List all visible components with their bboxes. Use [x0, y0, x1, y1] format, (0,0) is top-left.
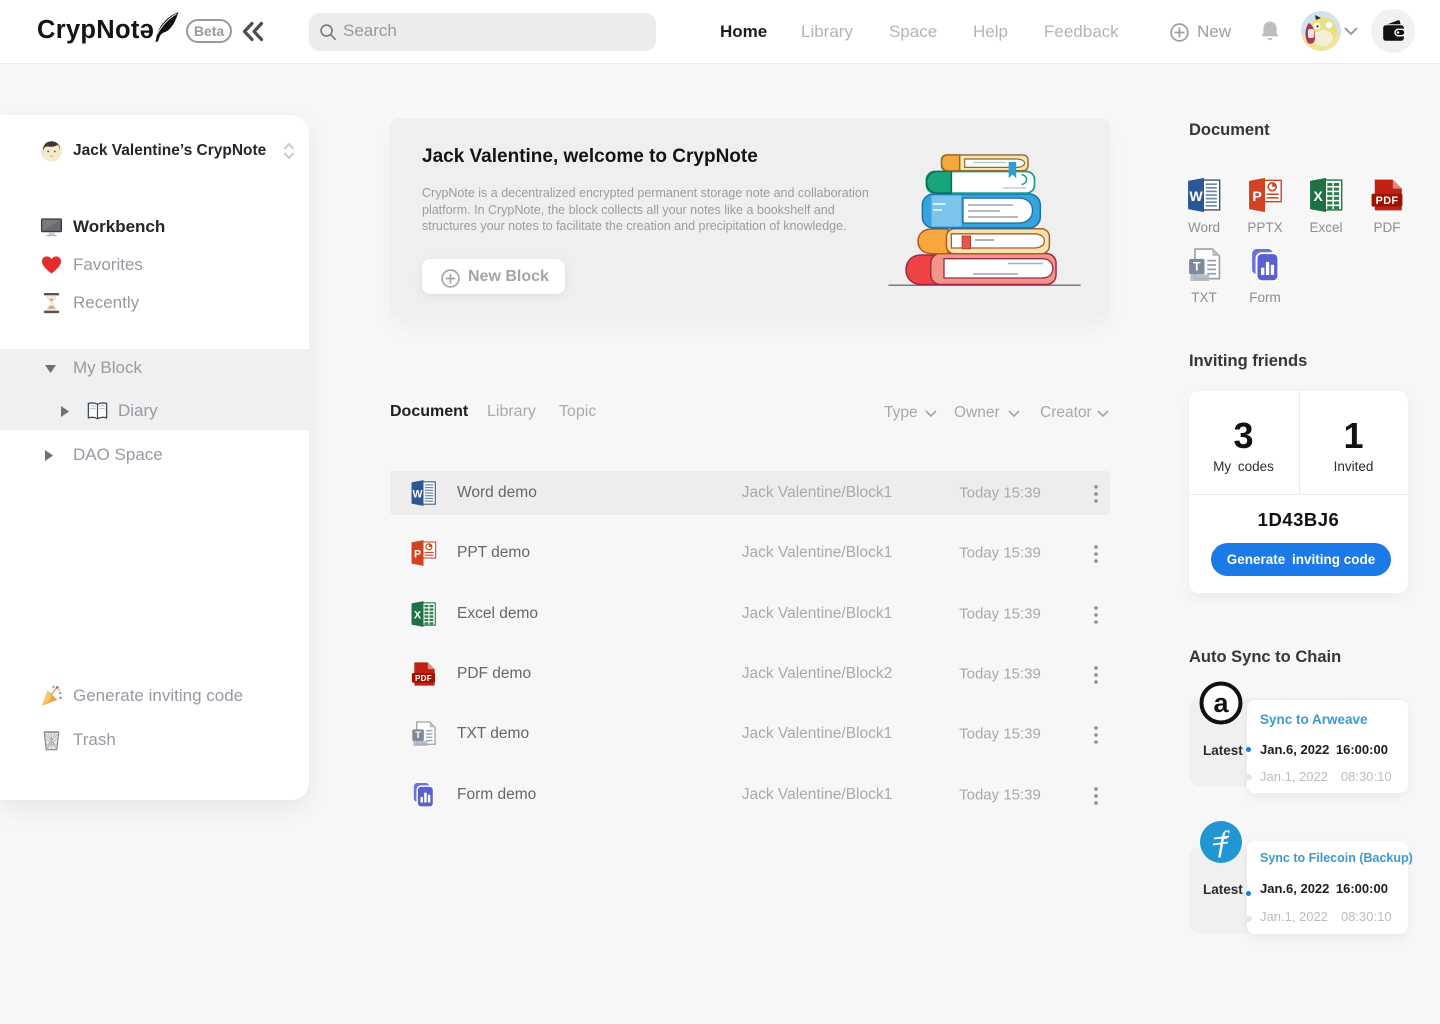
- svg-text:W: W: [1189, 188, 1203, 204]
- svg-text:P: P: [414, 549, 421, 561]
- svg-text:X: X: [1313, 188, 1323, 204]
- svg-text:X: X: [414, 609, 421, 621]
- svg-text:PDF: PDF: [1376, 195, 1399, 207]
- svg-text:a: a: [1213, 688, 1229, 718]
- svg-text:P: P: [1252, 188, 1261, 204]
- svg-text:T: T: [1193, 260, 1201, 274]
- svg-text:W: W: [413, 489, 423, 501]
- svg-text:PDF: PDF: [415, 674, 432, 683]
- svg-text:T: T: [415, 730, 421, 740]
